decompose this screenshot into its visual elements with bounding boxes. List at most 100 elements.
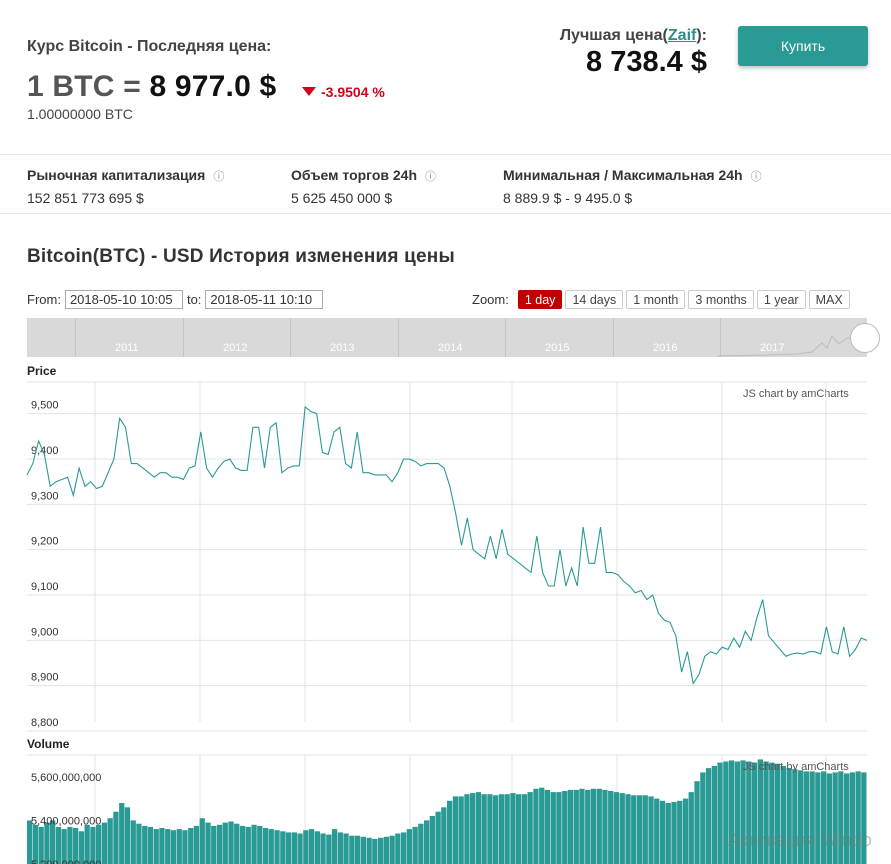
best-price-label: Лучшая цена(Zaif): <box>560 27 707 45</box>
volume-bar <box>700 772 706 864</box>
volume-bar <box>274 830 280 864</box>
price-y-tick-label: 8,800 <box>31 717 59 729</box>
volume-bar <box>222 822 228 864</box>
info-icon[interactable]: ⓘ <box>213 171 224 183</box>
volume-bar <box>435 811 441 864</box>
volume-bar <box>470 793 476 864</box>
stat-market-cap: Рыночная капитализация ⓘ 152 851 773 695 … <box>27 167 224 206</box>
volume-bar <box>228 821 234 864</box>
volume-bar <box>475 792 482 864</box>
volume-bar <box>389 835 395 864</box>
volume-bar <box>337 832 343 864</box>
to-date-input[interactable]: 2018-05-11 10:10 <box>205 290 324 309</box>
volume-bar <box>671 801 677 864</box>
volume-bar <box>147 826 154 864</box>
volume-bar <box>682 798 689 864</box>
volume-bar <box>527 792 533 864</box>
rate-title: Курс Bitcoin - Последняя цена: <box>27 38 272 55</box>
volume-bar <box>285 832 292 864</box>
volume-bar <box>176 829 182 864</box>
volume-bar <box>113 811 119 864</box>
from-date-input[interactable]: 2018-05-10 10:05 <box>64 290 183 309</box>
volume-bar <box>562 791 568 864</box>
volume-bar <box>590 788 597 864</box>
volume-bar <box>257 825 263 864</box>
info-icon[interactable]: ⓘ <box>751 171 762 183</box>
stat-label: Минимальная / Максимальная 24h <box>503 167 743 183</box>
volume-bar <box>665 803 671 864</box>
volume-bar <box>648 796 654 864</box>
volume-bar <box>262 828 269 864</box>
volume-bar <box>694 781 700 864</box>
chart-scrollbar[interactable]: 2011 2012 2013 2014 2015 2016 2017 <box>27 318 867 357</box>
volume-bar <box>516 794 522 864</box>
volume-bar <box>631 795 637 864</box>
zoom-1-year-button[interactable]: 1 year <box>756 290 806 309</box>
stat-min-max-24h: Минимальная / Максимальная 24h ⓘ 8 889.9 … <box>503 167 762 206</box>
to-label: to: <box>186 292 202 307</box>
rate-change: -3.9504 % <box>302 84 385 100</box>
volume-bar <box>320 833 326 864</box>
volume-bar <box>372 838 378 864</box>
volume-bar <box>539 787 545 864</box>
volume-y-tick-label: 5,600,000,000 <box>31 772 101 784</box>
volume-bar <box>510 793 516 864</box>
volume-bar <box>585 789 591 864</box>
volume-bar <box>216 824 223 864</box>
price-y-tick-label: 9,200 <box>31 536 59 548</box>
volume-bar <box>153 829 159 864</box>
info-icon[interactable]: ⓘ <box>425 171 436 183</box>
rate-change-value: -3.9504 % <box>321 84 385 100</box>
volume-bar <box>654 798 660 864</box>
volume-bar <box>188 828 194 864</box>
volume-bar <box>343 833 349 864</box>
volume-bar <box>268 829 274 864</box>
exchange-link[interactable]: Zaif <box>668 27 696 44</box>
volume-bar <box>659 800 666 864</box>
volume-bar <box>205 822 211 864</box>
price-y-tick-label: 9,500 <box>31 400 59 412</box>
volume-bar <box>429 816 435 864</box>
stat-value: 8 889.9 $ - 9 495.0 $ <box>503 190 633 206</box>
zoom-1-month-button[interactable]: 1 month <box>626 290 686 309</box>
volume-bar <box>245 826 251 864</box>
volume-bar <box>199 818 205 864</box>
best-price-suffix: ): <box>696 27 707 44</box>
buy-button[interactable]: Купить <box>738 26 868 66</box>
volume-bar <box>124 807 131 864</box>
volume-bar <box>234 823 240 864</box>
volume-bar <box>424 820 430 864</box>
volume-bar <box>211 825 217 864</box>
volume-bar <box>44 822 50 864</box>
volume-bar <box>498 794 505 864</box>
zoom-1-day-button[interactable]: 1 day <box>517 290 563 309</box>
volume-bar <box>550 792 556 864</box>
stat-value: 152 851 773 695 $ <box>27 190 144 206</box>
volume-bar <box>182 830 188 864</box>
volume-bar <box>303 830 309 864</box>
volume-bar <box>165 829 171 864</box>
zoom-14-days-button[interactable]: 14 days <box>565 290 624 309</box>
volume-bar <box>573 789 579 864</box>
volume-bar <box>642 795 648 864</box>
volume-bar <box>447 800 453 864</box>
zoom-label: Zoom: <box>472 292 509 307</box>
volume-bar <box>119 803 125 864</box>
zoom-max-button[interactable]: MAX <box>808 290 850 309</box>
volume-bar <box>331 829 338 864</box>
down-triangle-icon <box>302 87 316 96</box>
volume-bar <box>101 822 108 864</box>
volume-bar <box>441 807 447 864</box>
scroll-handle[interactable] <box>850 323 880 353</box>
zoom-controls: Zoom: 1 day 14 days 1 month 3 months 1 y… <box>472 290 850 309</box>
rate-usd-part: 8 977.0 $ <box>149 70 277 103</box>
stat-label: Рыночная капитализация <box>27 167 206 183</box>
volume-bar <box>677 800 683 864</box>
zoom-3-months-button[interactable]: 3 months <box>688 290 754 309</box>
chart-credit[interactable]: JS chart by amCharts <box>743 761 849 773</box>
volume-bar <box>717 762 723 864</box>
volume-bar <box>360 836 366 864</box>
volume-bar <box>619 793 625 864</box>
volume-bar <box>142 825 148 864</box>
volume-bar <box>136 823 142 864</box>
